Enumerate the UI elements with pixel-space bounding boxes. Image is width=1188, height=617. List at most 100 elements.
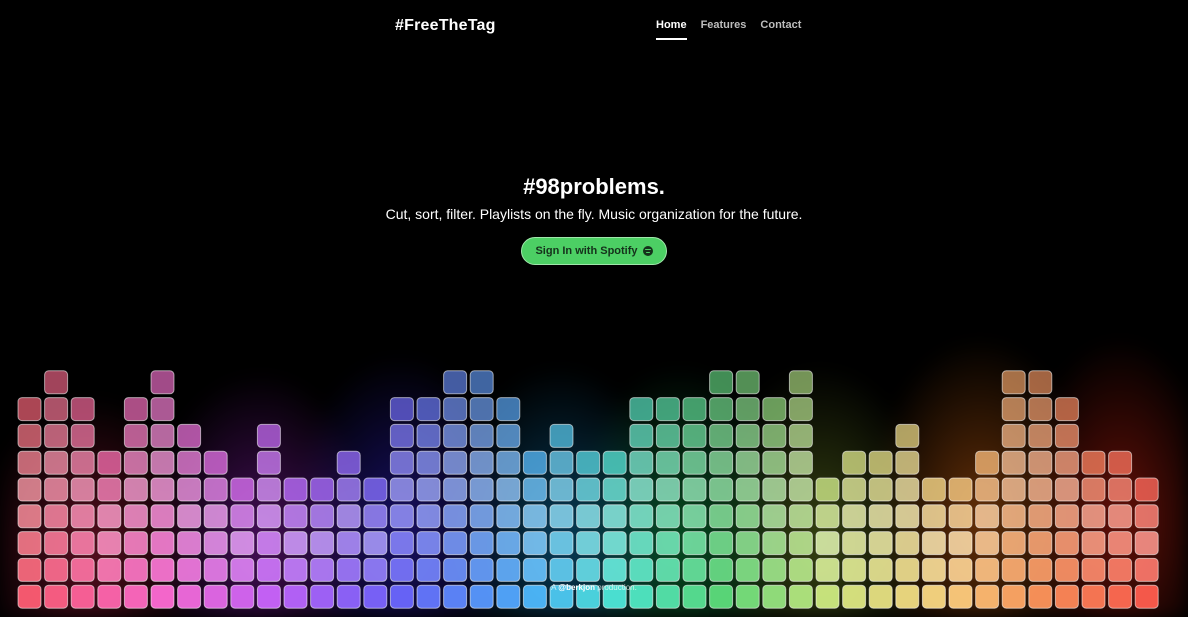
equalizer-tile xyxy=(895,531,920,556)
equalizer-tile xyxy=(496,557,521,582)
equalizer-tile xyxy=(203,531,228,556)
equalizer-tile xyxy=(762,423,787,448)
equalizer-tile xyxy=(629,531,654,556)
sign-in-spotify-button[interactable]: Sign In with Spotify xyxy=(521,237,667,265)
equalizer-tile xyxy=(921,477,946,502)
equalizer-tile xyxy=(177,450,202,475)
brand-logo[interactable]: #FreeTheTag xyxy=(395,17,496,35)
equalizer-tile xyxy=(203,477,228,502)
equalizer-tile xyxy=(842,557,867,582)
equalizer-tile xyxy=(602,504,627,529)
equalizer-tile xyxy=(1001,423,1026,448)
equalizer-tile xyxy=(469,370,494,395)
equalizer-tile xyxy=(416,557,441,582)
equalizer-tile xyxy=(150,504,175,529)
equalizer-tile xyxy=(1081,504,1106,529)
equalizer-tile xyxy=(735,477,760,502)
equalizer-tile xyxy=(496,450,521,475)
equalizer-tile xyxy=(230,557,255,582)
equalizer-tile xyxy=(682,477,707,502)
equalizer-tile xyxy=(469,423,494,448)
equalizer-tile xyxy=(150,557,175,582)
equalizer-tile xyxy=(416,531,441,556)
equalizer-tile xyxy=(975,477,1000,502)
equalizer-tile xyxy=(549,450,574,475)
equalizer-tile xyxy=(256,557,281,582)
equalizer-tile xyxy=(389,397,414,422)
equalizer-tile xyxy=(629,397,654,422)
equalizer-tile xyxy=(1134,477,1159,502)
equalizer-tile xyxy=(70,450,95,475)
nav-features[interactable]: Features xyxy=(701,19,747,40)
equalizer-tile xyxy=(70,557,95,582)
equalizer-tile xyxy=(655,477,680,502)
equalizer-tile xyxy=(1028,397,1053,422)
footer-handle-link[interactable]: @berkjon xyxy=(558,583,595,592)
equalizer-tile xyxy=(336,531,361,556)
equalizer-tile xyxy=(842,450,867,475)
footer-prefix: A xyxy=(551,583,557,592)
equalizer-tile xyxy=(549,423,574,448)
equalizer-tile xyxy=(682,557,707,582)
equalizer-tile xyxy=(496,531,521,556)
equalizer-tile xyxy=(815,557,840,582)
equalizer-tile xyxy=(788,477,813,502)
equalizer-tile xyxy=(842,504,867,529)
equalizer-tile xyxy=(522,450,547,475)
equalizer-tile xyxy=(443,397,468,422)
equalizer-tile xyxy=(336,477,361,502)
equalizer-tile xyxy=(310,477,335,502)
equalizer-tile xyxy=(363,557,388,582)
equalizer-tile xyxy=(576,450,601,475)
equalizer-tile xyxy=(1134,557,1159,582)
equalizer-tile xyxy=(522,531,547,556)
equalizer-tile xyxy=(1054,504,1079,529)
equalizer-tile xyxy=(443,423,468,448)
equalizer-tile xyxy=(1001,477,1026,502)
equalizer-tile xyxy=(1054,450,1079,475)
nav-home[interactable]: Home xyxy=(656,19,687,40)
equalizer-tile xyxy=(496,504,521,529)
equalizer-tile xyxy=(70,531,95,556)
equalizer-tile xyxy=(655,504,680,529)
equalizer-tile xyxy=(602,450,627,475)
equalizer-tile xyxy=(655,531,680,556)
equalizer-tile xyxy=(735,397,760,422)
equalizer-tile xyxy=(256,504,281,529)
equalizer-tile xyxy=(1134,531,1159,556)
equalizer-tile xyxy=(17,397,42,422)
equalizer-tile xyxy=(576,477,601,502)
equalizer-tile xyxy=(44,450,69,475)
equalizer-tile xyxy=(44,504,69,529)
equalizer-tile xyxy=(682,504,707,529)
equalizer-tile xyxy=(682,531,707,556)
footer-suffix: production. xyxy=(597,583,637,592)
equalizer-tile xyxy=(416,450,441,475)
equalizer-tile xyxy=(1081,450,1106,475)
equalizer-tile xyxy=(443,531,468,556)
equalizer-tile xyxy=(256,477,281,502)
equalizer-tile xyxy=(283,557,308,582)
equalizer-tile xyxy=(522,557,547,582)
equalizer-tile xyxy=(17,531,42,556)
equalizer-tile xyxy=(336,504,361,529)
equalizer-tile xyxy=(443,477,468,502)
equalizer-tile xyxy=(629,504,654,529)
equalizer-tile xyxy=(70,423,95,448)
equalizer-tile xyxy=(1108,557,1133,582)
nav-contact[interactable]: Contact xyxy=(760,19,801,40)
equalizer-tile xyxy=(416,397,441,422)
equalizer-tile xyxy=(975,557,1000,582)
equalizer-tile xyxy=(177,423,202,448)
equalizer-tile xyxy=(655,423,680,448)
equalizer-background xyxy=(17,370,1159,609)
equalizer-tile xyxy=(815,477,840,502)
equalizer-tile xyxy=(416,477,441,502)
equalizer-tile xyxy=(363,477,388,502)
equalizer-tile xyxy=(948,504,973,529)
equalizer-tile xyxy=(788,504,813,529)
equalizer-tile xyxy=(868,504,893,529)
equalizer-tile xyxy=(682,397,707,422)
equalizer-tile xyxy=(1028,370,1053,395)
hero-title: #98problems. xyxy=(523,174,665,199)
